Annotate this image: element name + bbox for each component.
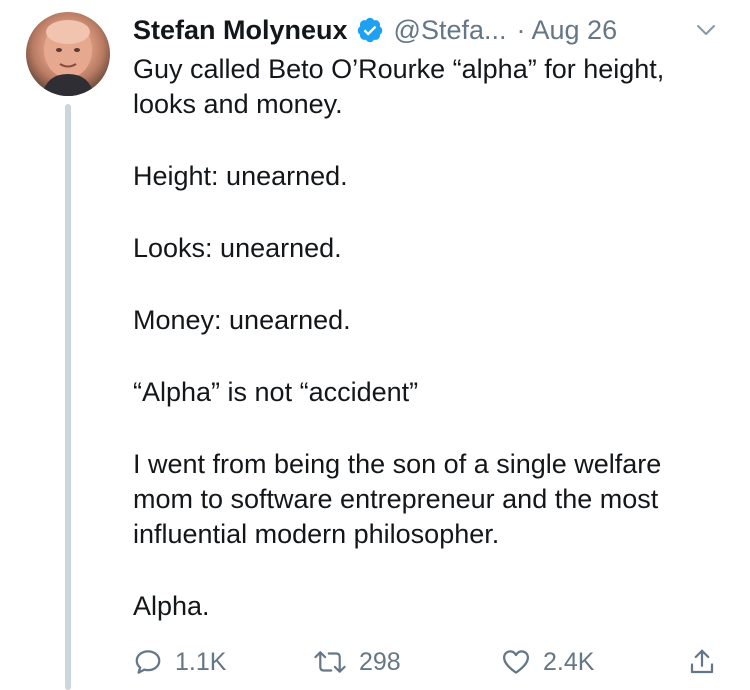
tweet-paragraph: Looks: unearned. [133,231,733,266]
tweet-paragraph: Money: unearned. [133,303,733,338]
like-button[interactable]: 2.4K [501,644,594,680]
tweet-line: “Alpha” is not “accident” [133,377,419,407]
chevron-down-icon[interactable] [694,18,718,42]
tweet-paragraph: Alpha. [133,589,733,624]
heart-icon [503,650,529,674]
tweet-line: Looks: unearned. [133,233,342,263]
tweet-date[interactable]: Aug 26 [532,15,618,46]
header-separator: · [516,14,526,45]
retweet-button[interactable]: 298 [313,644,401,680]
retweet-icon [314,651,346,673]
avatar-image [42,20,94,96]
retweet-count: 298 [359,647,401,676]
tweet-line: influential modern philosopher. [133,519,500,549]
tweet-line: Alpha. [133,591,210,621]
author-name[interactable]: Stefan Molyneux [133,15,348,46]
reply-count: 1.1K [175,647,227,676]
tweet-actions: 1.1K 298 2.4K [133,644,723,680]
reply-button[interactable]: 1.1K [133,644,226,680]
share-icon [690,649,714,674]
tweet-line: Guy called Beto O’Rourke “alpha” for hei… [133,54,665,84]
share-button[interactable] [687,644,717,680]
tweet-line: looks and money. [133,89,343,119]
verified-badge-icon [356,16,384,44]
tweet-paragraph: “Alpha” is not “accident” [133,375,733,410]
author-handle[interactable]: @Stefa... [394,15,507,46]
thread-line [65,104,71,690]
reply-icon [135,650,161,674]
tweet-line: Height: unearned. [133,161,348,191]
tweet-line: Money: unearned. [133,305,351,335]
tweet-text: Guy called Beto O’Rourke “alpha” for hei… [133,52,733,624]
tweet[interactable]: Stefan Molyneux @Stefa... · Aug 26 Guy c… [0,0,750,690]
tweet-paragraph: Height: unearned. [133,159,733,194]
tweet-line: mom to software entrepreneur and the mos… [133,484,659,514]
tweet-header: Stefan Molyneux @Stefa... · Aug 26 [133,12,723,48]
tweet-paragraph: I went from being the son of a single we… [133,447,733,552]
avatar[interactable] [26,12,110,96]
tweet-paragraph: Guy called Beto O’Rourke “alpha” for hei… [133,52,733,122]
like-count: 2.4K [543,647,595,676]
tweet-line: I went from being the son of a single we… [133,449,662,479]
